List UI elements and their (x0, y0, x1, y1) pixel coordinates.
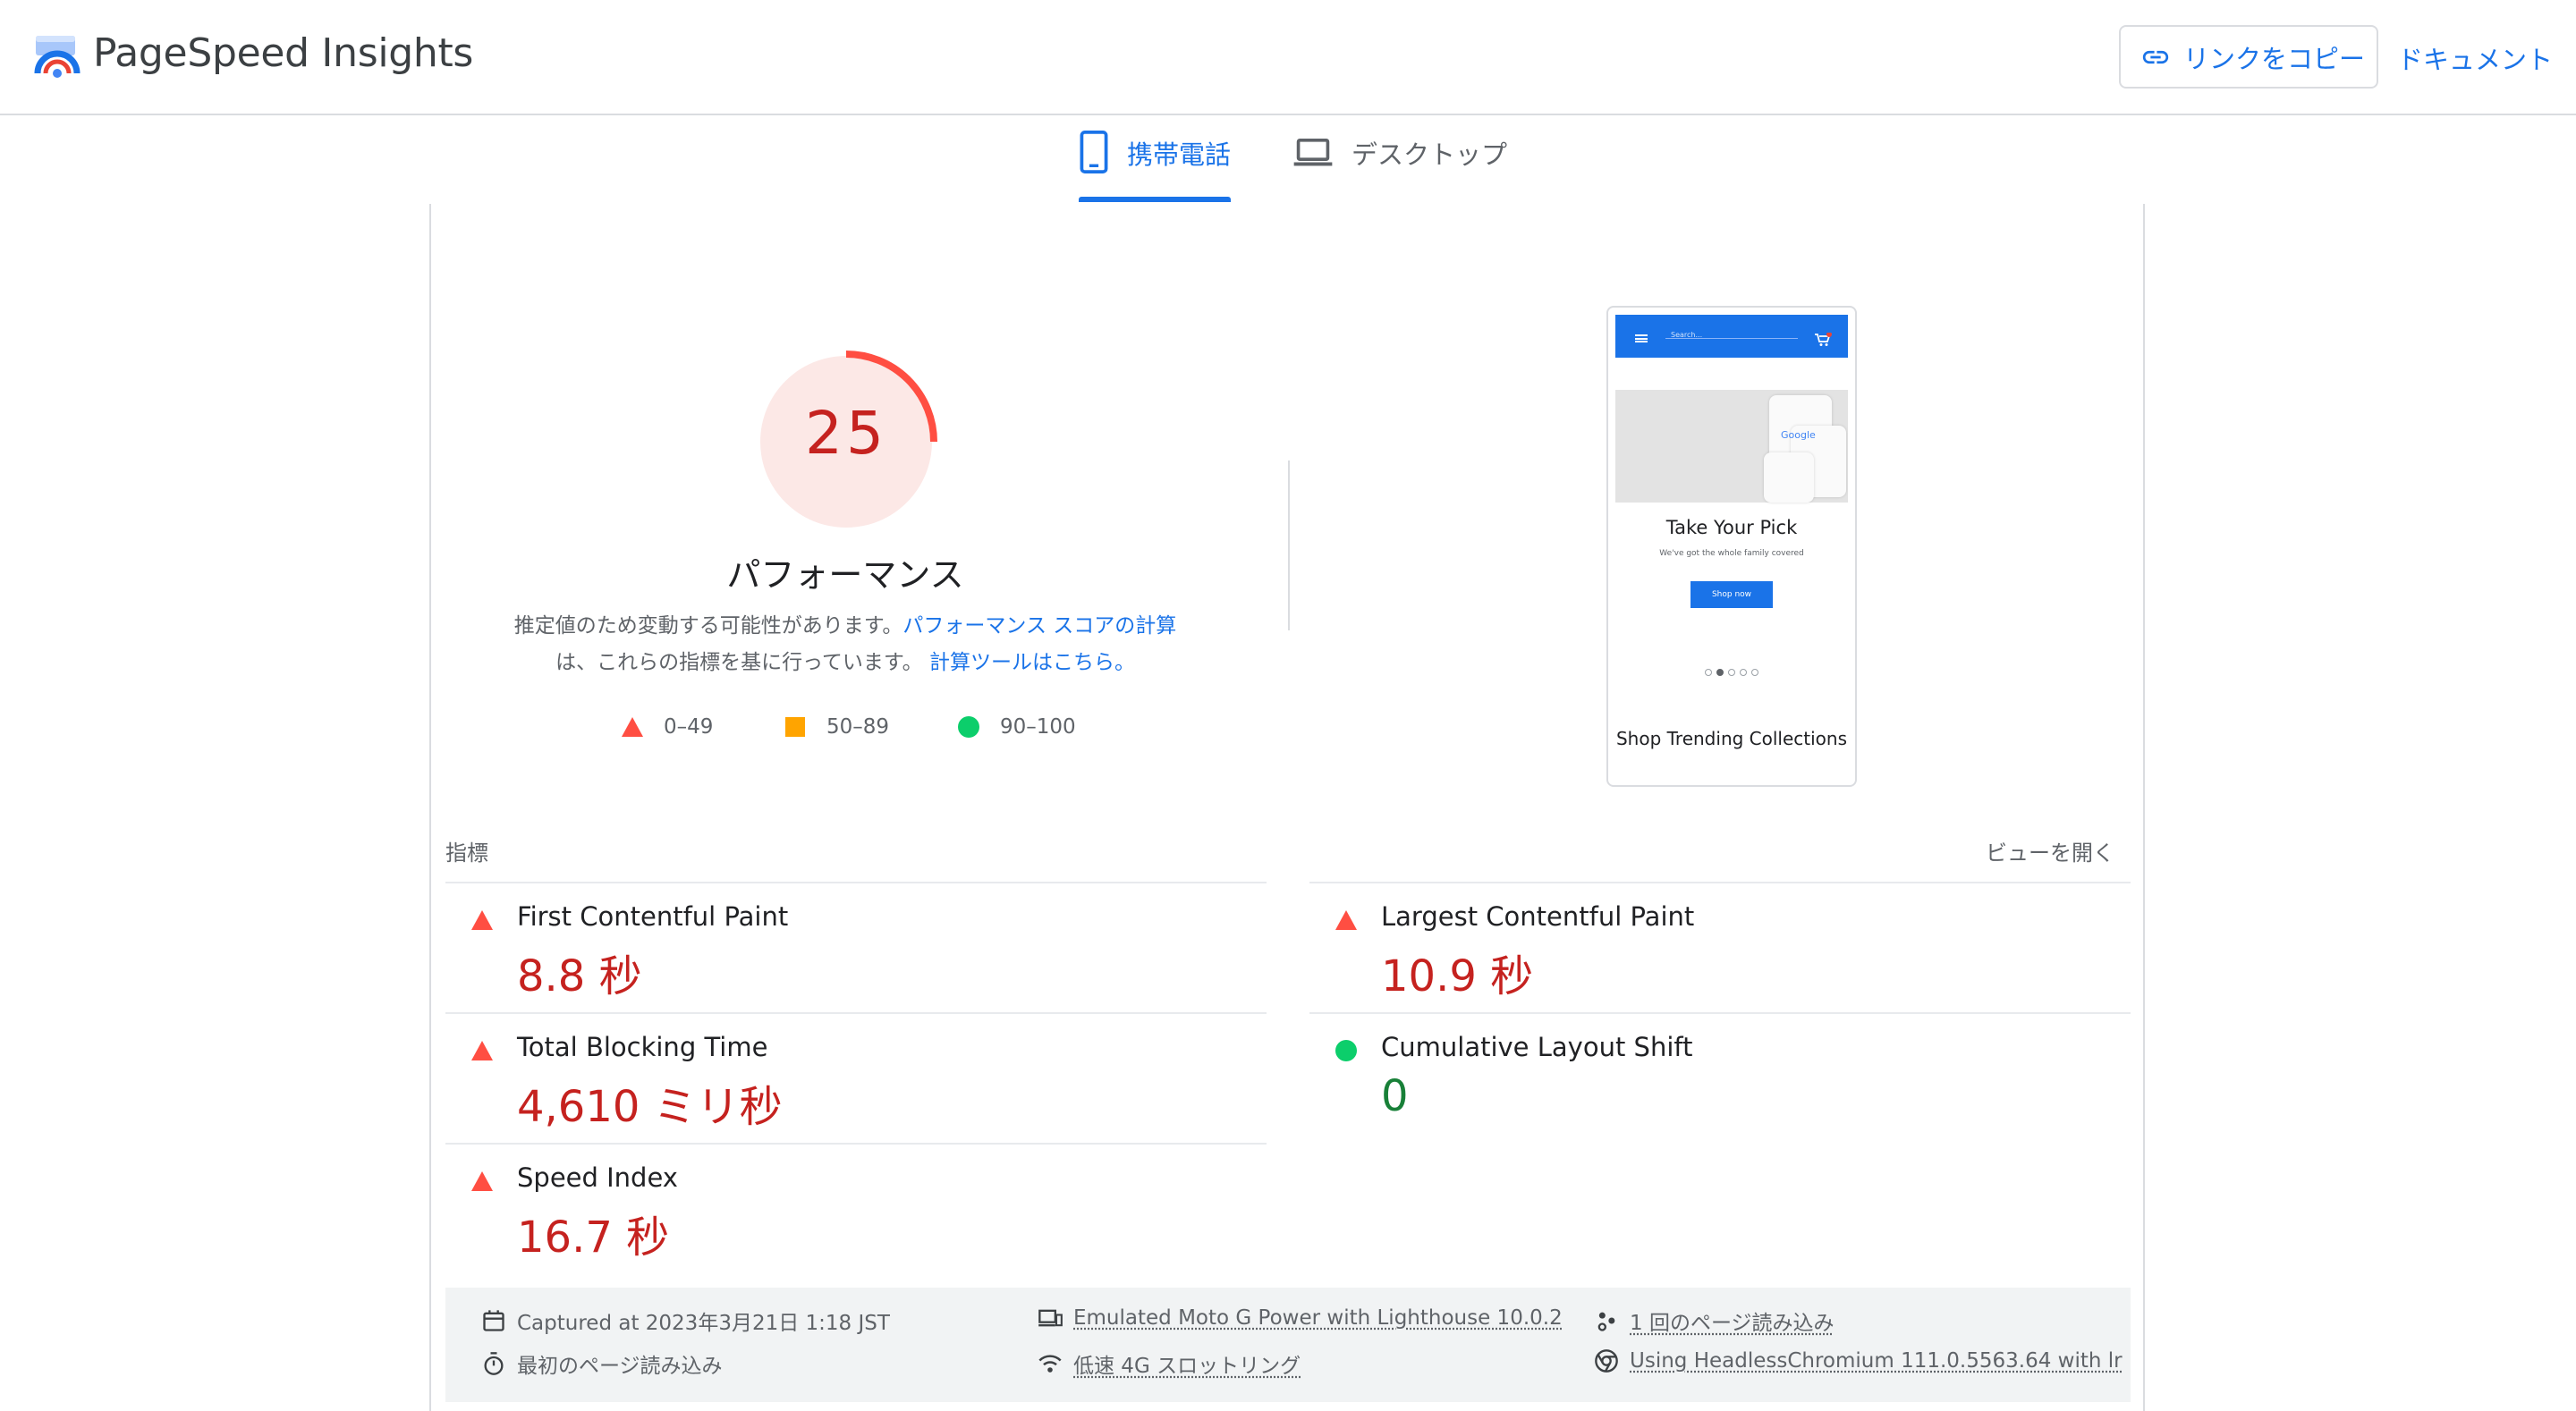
metric-name: Speed Index (517, 1162, 678, 1193)
metric-name: Cumulative Layout Shift (1381, 1032, 1693, 1062)
panel-border-right (2143, 204, 2145, 1411)
metric-cls: Cumulative Layout Shift 0 (1309, 1014, 2114, 1145)
info-page-loads-text: 1 回のページ読み込み (1630, 1312, 1835, 1335)
metric-name: First Contentful Paint (517, 901, 789, 932)
desc-text-2: は、これらの指標を基に行っています。 (555, 651, 923, 674)
legend-fail-range: 0–49 (664, 715, 714, 739)
thumb-dot-active (1716, 669, 1724, 676)
thumb-hero-image: Google (1615, 390, 1848, 503)
thumb-shirt-logo: Google (1781, 429, 1816, 441)
desc-text-1: 推定値のため変動する可能性があります。 (513, 614, 903, 638)
info-throttling-text: 低速 4G スロットリング (1073, 1355, 1301, 1378)
devices-icon (1038, 1309, 1063, 1327)
thumb-dot (1705, 669, 1712, 676)
info-first-load: 最初のページ読み込み (481, 1348, 723, 1379)
pagespeed-logo-icon[interactable] (34, 34, 80, 80)
circle-pass-icon (1335, 1040, 1357, 1061)
laptop-icon (1293, 139, 1333, 166)
network-signal-icon (1038, 1355, 1062, 1373)
thumb-headline: Take Your Pick (1665, 517, 1798, 538)
info-first-load-text: 最初のページ読み込み (517, 1355, 723, 1378)
thumb-carousel-dots (1705, 669, 1758, 676)
info-device[interactable]: Emulated Moto G Power with Lighthouse 10… (1038, 1305, 1563, 1331)
legend-pass: 90–100 (957, 715, 1076, 739)
expand-view-toggle[interactable]: ビューを開く (1986, 835, 2114, 866)
calculator-link[interactable]: 計算ツールはこちら。 (929, 651, 1135, 674)
metric-speed-index: Speed Index 16.7 秒 (445, 1145, 1250, 1275)
thumb-subline: We've got the whole family covered (1659, 549, 1804, 558)
copy-link-label: リンクをコピー (2183, 43, 2366, 74)
page-loads-icon (1597, 1312, 1615, 1331)
info-browser-text: Using HeadlessChromium 111.0.5563.64 wit… (1630, 1349, 2123, 1373)
triangle-fail-icon (471, 1041, 493, 1060)
run-info-panel: Captured at 2023年3月21日 1:18 JST 最初のページ読み… (445, 1288, 2131, 1402)
metric-tbt: Total Blocking Time 4,610 ミリ秒 (445, 1014, 1250, 1145)
metric-fcp: First Contentful Paint 8.8 秒 (445, 883, 1250, 1014)
legend-average: 50–89 (784, 715, 889, 739)
link-icon (2142, 50, 2169, 63)
metric-lcp: Largest Contentful Paint 10.9 秒 (1309, 883, 2114, 1014)
tab-mobile[interactable]: 携帯電話 (1079, 131, 1231, 202)
triangle-fail-icon (471, 1171, 493, 1191)
thumb-dot (1740, 669, 1747, 676)
panel-border-left (429, 204, 431, 1411)
thumb-menu-icon (1635, 334, 1648, 342)
performance-score-value: 25 (805, 399, 887, 468)
metrics-heading: 指標 (445, 841, 488, 866)
tab-desktop[interactable]: デスクトップ (1292, 134, 1507, 202)
chrome-icon (1595, 1349, 1618, 1373)
legend-fail: 0–49 (621, 715, 713, 739)
metric-value: 10.9 秒 (1381, 951, 1534, 1001)
app-title[interactable]: PageSpeed Insights (93, 30, 473, 76)
metric-value: 0 (1381, 1071, 1409, 1121)
triangle-fail-icon (1335, 910, 1357, 930)
metric-name: Total Blocking Time (517, 1032, 768, 1062)
calendar-icon (483, 1310, 504, 1331)
info-device-text: Emulated Moto G Power with Lighthouse 10… (1073, 1306, 1563, 1330)
metric-name: Largest Contentful Paint (1381, 901, 1695, 932)
legend-pass-range: 90–100 (1000, 715, 1076, 739)
smartphone-icon (1080, 131, 1108, 173)
score-divider (1288, 460, 1290, 630)
thumb-dot (1751, 669, 1758, 676)
thumb-search-underline (1665, 338, 1798, 339)
thumb-cart-icon (1815, 333, 1832, 346)
page-screenshot-thumbnail[interactable]: Search... Google Take Your Pick We've go… (1606, 306, 1857, 787)
stopwatch-icon (484, 1352, 504, 1375)
tab-desktop-label: デスクトップ (1352, 139, 1508, 170)
triangle-fail-icon (622, 717, 643, 737)
thumb-navbar: Search... (1615, 315, 1848, 358)
info-captured: Captured at 2023年3月21日 1:18 JST (481, 1305, 890, 1336)
thumb-dot (1728, 669, 1735, 676)
triangle-fail-icon (471, 910, 493, 930)
performance-description: 推定値のため変動する可能性があります。パフォーマンス スコアの計算 は、これらの… (483, 608, 1208, 681)
metric-value: 16.7 秒 (517, 1212, 670, 1263)
info-page-loads[interactable]: 1 回のページ読み込み (1594, 1305, 1834, 1336)
metric-value: 4,610 ミリ秒 (517, 1082, 783, 1132)
app-header: PageSpeed Insights リンクをコピー ドキュメント (0, 0, 2576, 115)
thumb-section-title: Shop Trending Collections (1615, 728, 1848, 749)
metric-value: 8.8 秒 (517, 951, 642, 1001)
thumb-shirt-3 (1764, 452, 1814, 503)
tab-mobile-label: 携帯電話 (1126, 139, 1231, 170)
score-calculation-link[interactable]: パフォーマンス スコアの計算 (902, 614, 1176, 638)
square-average-icon (785, 717, 805, 737)
thumb-shop-button: Shop now (1690, 581, 1773, 608)
performance-title: パフォーマンス (726, 555, 964, 595)
copy-link-button[interactable]: リンクをコピー (2119, 25, 2378, 89)
info-browser[interactable]: Using HeadlessChromium 111.0.5563.64 wit… (1594, 1348, 2123, 1373)
documentation-link[interactable]: ドキュメント (2397, 39, 2553, 77)
info-captured-text: Captured at 2023年3月21日 1:18 JST (517, 1312, 890, 1335)
legend-average-range: 50–89 (826, 715, 890, 739)
info-throttling[interactable]: 低速 4G スロットリング (1038, 1348, 1301, 1379)
circle-pass-icon (958, 716, 979, 738)
